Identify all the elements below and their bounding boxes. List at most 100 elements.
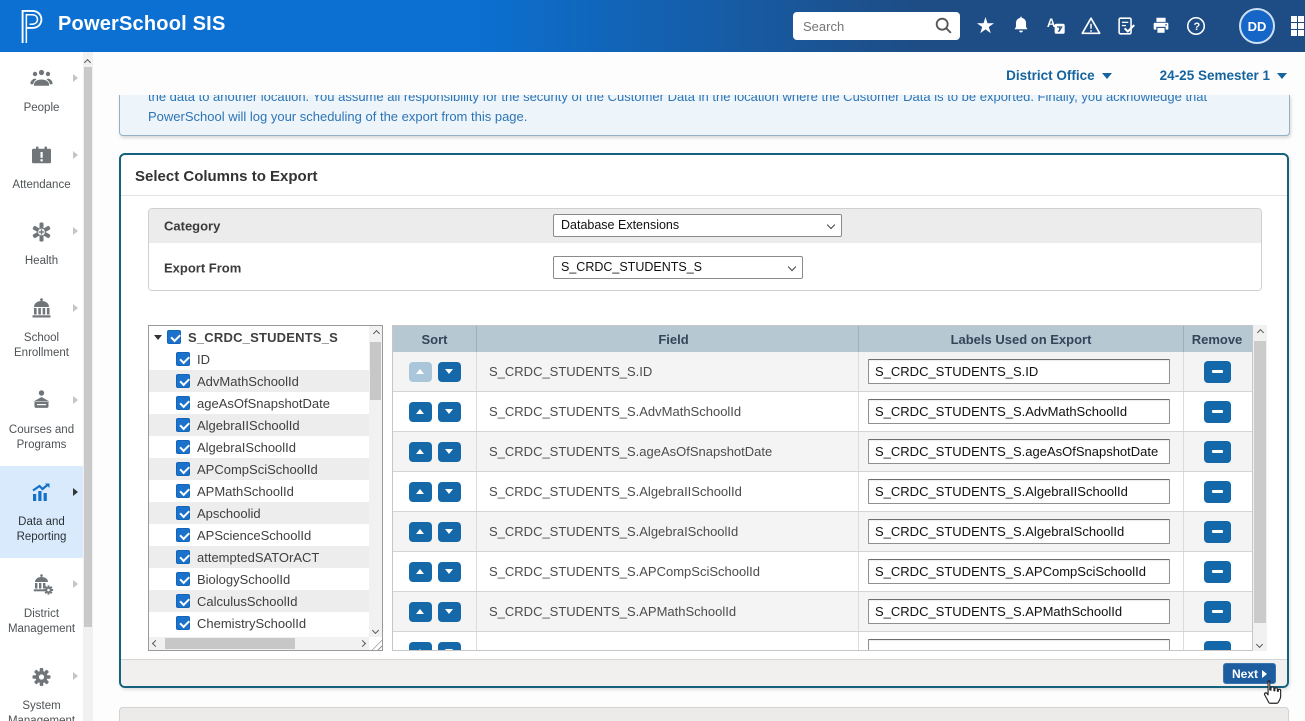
checkbox-checked-icon[interactable] xyxy=(176,484,190,498)
sort-up-button[interactable] xyxy=(409,362,432,382)
translate-language-icon[interactable]: A xyxy=(1044,15,1067,38)
scroll-up-arrow-icon[interactable] xyxy=(83,52,93,66)
checkbox-checked-icon[interactable] xyxy=(167,330,181,344)
checkbox-checked-icon[interactable] xyxy=(176,506,190,520)
scroll-left-arrow-icon[interactable] xyxy=(149,637,162,650)
tree-field-row[interactable]: AlgebraIISchoolId xyxy=(149,414,369,436)
checkbox-checked-icon[interactable] xyxy=(176,528,190,542)
notifications-bell-icon[interactable] xyxy=(1009,15,1032,38)
resize-handle[interactable] xyxy=(369,637,382,650)
export-label-input[interactable] xyxy=(868,479,1170,504)
checkbox-checked-icon[interactable] xyxy=(176,550,190,564)
remove-button[interactable] xyxy=(1204,361,1231,383)
tree-root-row[interactable]: S_CRDC_STUDENTS_S xyxy=(149,326,369,348)
scrollbar-thumb[interactable] xyxy=(370,342,381,400)
sort-down-button[interactable] xyxy=(438,522,461,542)
term-selector[interactable]: 24-25 Semester 1 xyxy=(1160,68,1287,83)
export-label-input[interactable] xyxy=(868,519,1170,544)
alert-warning-icon[interactable] xyxy=(1079,15,1102,38)
sort-down-button[interactable] xyxy=(438,642,461,652)
remove-button[interactable] xyxy=(1204,401,1231,423)
tree-field-row[interactable]: AlgebraISchoolId xyxy=(149,436,369,458)
remove-button[interactable] xyxy=(1204,561,1231,583)
tree-vertical-scrollbar[interactable] xyxy=(369,326,382,637)
tree-field-row[interactable]: ID xyxy=(149,348,369,370)
tree-field-row[interactable]: APMathSchoolId xyxy=(149,480,369,502)
user-avatar[interactable]: DD xyxy=(1239,8,1275,44)
favorites-star-icon[interactable]: ★ xyxy=(974,15,997,38)
sort-down-button[interactable] xyxy=(438,562,461,582)
remove-button[interactable] xyxy=(1204,521,1231,543)
tree-field-row[interactable]: Apschoolid xyxy=(149,502,369,524)
scrollbar-thumb[interactable] xyxy=(1254,341,1266,623)
export-label-input[interactable] xyxy=(868,639,1170,651)
sidebar-item-people[interactable]: People xyxy=(0,52,83,129)
sidebar-scrollbar[interactable] xyxy=(83,52,93,721)
checkbox-checked-icon[interactable] xyxy=(176,396,190,410)
scroll-up-arrow-icon[interactable] xyxy=(1253,325,1266,338)
sidebar-item-courses-and-programs[interactable]: Courses and Programs xyxy=(0,374,83,466)
checkbox-checked-icon[interactable] xyxy=(176,418,190,432)
sidebar-item-attendance[interactable]: Attendance xyxy=(0,129,83,206)
scroll-down-arrow-icon[interactable] xyxy=(1253,638,1266,651)
sort-down-button[interactable] xyxy=(438,602,461,622)
remove-button[interactable] xyxy=(1204,601,1231,623)
sort-down-button[interactable] xyxy=(438,442,461,462)
tree-field-row[interactable]: APCompSciSchoolId xyxy=(149,458,369,480)
sidebar-item-health[interactable]: Health xyxy=(0,205,83,282)
search-input[interactable] xyxy=(793,19,933,34)
sort-up-button[interactable] xyxy=(409,402,432,422)
powerschool-logo-icon[interactable] xyxy=(16,7,48,45)
scroll-right-arrow-icon[interactable] xyxy=(356,637,369,650)
tree-field-row[interactable]: APScienceSchoolId xyxy=(149,524,369,546)
export-label-input[interactable] xyxy=(868,399,1170,424)
sort-up-button[interactable] xyxy=(409,522,432,542)
sort-down-button[interactable] xyxy=(438,362,461,382)
checkbox-checked-icon[interactable] xyxy=(176,440,190,454)
export-from-select[interactable]: S_CRDC_STUDENTS_S xyxy=(553,256,803,279)
tree-field-row[interactable]: ChemistrySchoolId xyxy=(149,612,369,634)
checkbox-checked-icon[interactable] xyxy=(176,572,190,586)
report-check-icon[interactable] xyxy=(1114,15,1137,38)
next-button[interactable]: Next xyxy=(1223,663,1276,684)
tree-horizontal-scrollbar[interactable] xyxy=(149,637,369,650)
tree-field-row[interactable]: BiologySchoolId xyxy=(149,568,369,590)
sort-up-button[interactable] xyxy=(409,442,432,462)
tree-field-row[interactable]: CalculusSchoolId xyxy=(149,590,369,612)
sidebar-item-data-and-reporting[interactable]: Data and Reporting xyxy=(0,466,83,558)
checkbox-checked-icon[interactable] xyxy=(176,616,190,630)
remove-button[interactable] xyxy=(1204,441,1231,463)
scroll-down-arrow-icon[interactable] xyxy=(369,624,382,637)
scroll-up-arrow-icon[interactable] xyxy=(369,326,382,339)
print-icon[interactable] xyxy=(1149,15,1172,38)
search-icon[interactable] xyxy=(933,15,955,37)
export-label-input[interactable] xyxy=(868,599,1170,624)
sidebar-item-system-management[interactable]: System Management xyxy=(0,650,83,721)
scrollbar-thumb[interactable] xyxy=(84,67,92,627)
checkbox-checked-icon[interactable] xyxy=(176,352,190,366)
checkbox-checked-icon[interactable] xyxy=(176,462,190,476)
category-select[interactable]: Database Extensions xyxy=(553,214,842,237)
export-label-input[interactable] xyxy=(868,359,1170,384)
tree-field-row[interactable]: AdvMathSchoolId xyxy=(149,370,369,392)
sort-up-button[interactable] xyxy=(409,642,432,652)
sort-down-button[interactable] xyxy=(438,482,461,502)
tree-field-row[interactable]: attemptedSATOrACT xyxy=(149,546,369,568)
sort-up-button[interactable] xyxy=(409,562,432,582)
sort-down-button[interactable] xyxy=(438,402,461,422)
remove-button[interactable] xyxy=(1204,481,1231,503)
sidebar-item-district-management[interactable]: District Management xyxy=(0,558,83,650)
school-selector[interactable]: District Office xyxy=(1006,68,1112,83)
sidebar-item-school-enrollment[interactable]: School Enrollment xyxy=(0,282,83,374)
tree-expand-caret-icon[interactable] xyxy=(154,335,162,340)
export-label-input[interactable] xyxy=(868,439,1170,464)
checkbox-checked-icon[interactable] xyxy=(176,594,190,608)
help-icon[interactable]: ? xyxy=(1184,15,1207,38)
grid-vertical-scrollbar[interactable] xyxy=(1253,325,1267,651)
checkbox-checked-icon[interactable] xyxy=(176,374,190,388)
sort-up-button[interactable] xyxy=(409,602,432,622)
app-switcher-grid-icon[interactable] xyxy=(1291,16,1305,36)
export-label-input[interactable] xyxy=(868,559,1170,584)
remove-button[interactable] xyxy=(1204,641,1231,652)
tree-field-row[interactable]: ageAsOfSnapshotDate xyxy=(149,392,369,414)
